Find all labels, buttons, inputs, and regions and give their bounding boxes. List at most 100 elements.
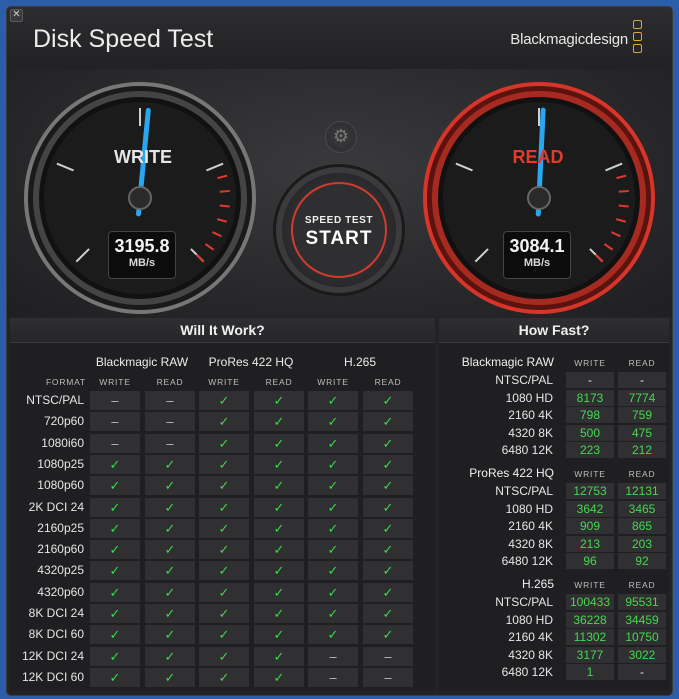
resolution-label: 2160 4K bbox=[508, 519, 553, 534]
compat-cell: ✓ bbox=[363, 604, 413, 623]
start-button[interactable]: SPEED TEST START bbox=[282, 173, 396, 287]
compat-cell: ✓ bbox=[254, 433, 304, 453]
resolution-label: 4320 8K bbox=[508, 647, 553, 662]
write-speed-value: 3195.8 bbox=[114, 236, 170, 256]
fps-cell: 865 bbox=[618, 518, 666, 535]
fps-cell: 1 bbox=[566, 664, 614, 681]
compat-cell: ✓ bbox=[145, 604, 195, 623]
fps-cell: 798 bbox=[566, 407, 614, 424]
compat-cell: ✓ bbox=[199, 582, 249, 602]
compat-cell: ✓ bbox=[199, 625, 249, 645]
fps-cell: 3177 bbox=[566, 646, 614, 663]
col-header: WRITE bbox=[574, 358, 606, 368]
fps-cell: 95531 bbox=[618, 594, 666, 610]
app-title: Disk Speed Test bbox=[33, 25, 214, 53]
format-column-header: FORMAT bbox=[45, 377, 86, 387]
resolution-label: NTSC/PAL bbox=[495, 373, 553, 387]
compat-cell: ✓ bbox=[199, 667, 249, 687]
codec-header: H.265 bbox=[343, 355, 377, 369]
fps-cell: 92 bbox=[618, 553, 666, 570]
compat-cell: ✓ bbox=[308, 433, 358, 453]
gauge-area: WRITE 3195.8 MB/s ⚙ SPEED TEST START REA… bbox=[7, 69, 672, 317]
compat-cell: ✓ bbox=[308, 391, 358, 410]
format-row-label: 4320p60 bbox=[37, 584, 84, 599]
col-header: WRITE bbox=[99, 377, 131, 387]
fps-cell: 96 bbox=[566, 553, 614, 570]
compat-cell: ✓ bbox=[254, 582, 304, 602]
compat-cell: ✓ bbox=[363, 454, 413, 474]
compat-cell: ✓ bbox=[199, 518, 249, 538]
gear-icon[interactable]: ⚙ bbox=[325, 121, 357, 153]
compat-cell: ✓ bbox=[90, 667, 140, 687]
compat-cell: ✓ bbox=[90, 582, 140, 602]
format-row-label: 12K DCI 60 bbox=[21, 669, 84, 684]
compat-cell: ✓ bbox=[363, 391, 413, 410]
compat-cell: ✓ bbox=[145, 646, 195, 666]
compat-cell: ✓ bbox=[308, 604, 358, 623]
compat-cell: ✓ bbox=[254, 561, 304, 581]
gauge-redline-tick bbox=[618, 204, 629, 208]
compat-cell: ✓ bbox=[363, 497, 413, 517]
compat-cell: ✓ bbox=[308, 476, 358, 496]
resolution-label: 1080 HD bbox=[505, 390, 553, 405]
compat-cell: ✓ bbox=[363, 625, 413, 645]
col-header: READ bbox=[156, 377, 184, 387]
resolution-label: 6480 12K bbox=[501, 554, 553, 569]
fps-cell: 759 bbox=[618, 407, 666, 424]
compat-cell: ✓ bbox=[254, 667, 304, 687]
compat-cell: ✓ bbox=[145, 476, 195, 496]
resolution-label: 6480 12K bbox=[501, 443, 553, 458]
close-icon[interactable]: ✕ bbox=[10, 9, 23, 22]
fps-cell: 500 bbox=[566, 424, 614, 441]
compat-cell: ✓ bbox=[90, 476, 140, 496]
compat-cell: ✓ bbox=[308, 540, 358, 560]
gauge-hub bbox=[128, 186, 152, 210]
start-button-caption: SPEED TEST bbox=[304, 215, 374, 226]
gauge-hub bbox=[527, 186, 551, 210]
compat-cell: ✓ bbox=[90, 561, 140, 581]
compat-cell: ✓ bbox=[254, 391, 304, 410]
compat-cell: ✓ bbox=[308, 412, 358, 432]
compat-cell: ✓ bbox=[199, 412, 249, 432]
compat-cell: – bbox=[90, 433, 140, 453]
compat-cell: ✓ bbox=[254, 604, 304, 623]
resolution-label: 2160 4K bbox=[508, 630, 553, 645]
fps-cell: 8173 bbox=[566, 389, 614, 406]
fps-cell: 475 bbox=[618, 424, 666, 441]
col-header: READ bbox=[265, 377, 293, 387]
compat-cell: ✓ bbox=[145, 667, 195, 687]
fps-cell: 7774 bbox=[618, 389, 666, 406]
compat-cell: – bbox=[145, 433, 195, 453]
format-row-label: 8K DCI 24 bbox=[28, 606, 84, 620]
codec-group-title: Blackmagic RAW bbox=[461, 355, 554, 369]
resolution-label: 6480 12K bbox=[501, 665, 553, 680]
col-header: WRITE bbox=[574, 469, 606, 479]
compat-cell: ✓ bbox=[254, 540, 304, 560]
fps-cell: - bbox=[566, 372, 614, 388]
compat-cell: ✓ bbox=[363, 476, 413, 496]
compat-cell: ✓ bbox=[199, 497, 249, 517]
resolution-label: NTSC/PAL bbox=[495, 595, 553, 609]
format-row-label: 8K DCI 60 bbox=[28, 627, 84, 642]
write-gauge-label: WRITE bbox=[114, 147, 172, 167]
col-header: READ bbox=[374, 377, 402, 387]
compat-cell: ✓ bbox=[363, 582, 413, 602]
compat-cell: ✓ bbox=[199, 476, 249, 496]
fps-cell: - bbox=[618, 372, 666, 388]
read-speed-unit: MB/s bbox=[523, 257, 551, 269]
format-row-label: 720p60 bbox=[43, 414, 84, 429]
codec-group-title: ProRes 422 HQ bbox=[469, 466, 554, 480]
compat-cell: ✓ bbox=[308, 497, 358, 517]
fps-cell: 203 bbox=[618, 535, 666, 552]
format-row-label: 2160p25 bbox=[37, 520, 84, 535]
compat-cell: ✓ bbox=[363, 433, 413, 453]
fps-cell: 909 bbox=[566, 518, 614, 535]
compat-cell: ✓ bbox=[145, 561, 195, 581]
gauge-redline-tick bbox=[219, 189, 230, 193]
compat-cell: – bbox=[145, 412, 195, 432]
compat-cell: ✓ bbox=[308, 518, 358, 538]
format-row-label: 2160p60 bbox=[37, 542, 84, 557]
compat-cell: ✓ bbox=[90, 604, 140, 623]
compat-cell: – bbox=[363, 646, 413, 666]
compat-cell: ✓ bbox=[90, 646, 140, 666]
